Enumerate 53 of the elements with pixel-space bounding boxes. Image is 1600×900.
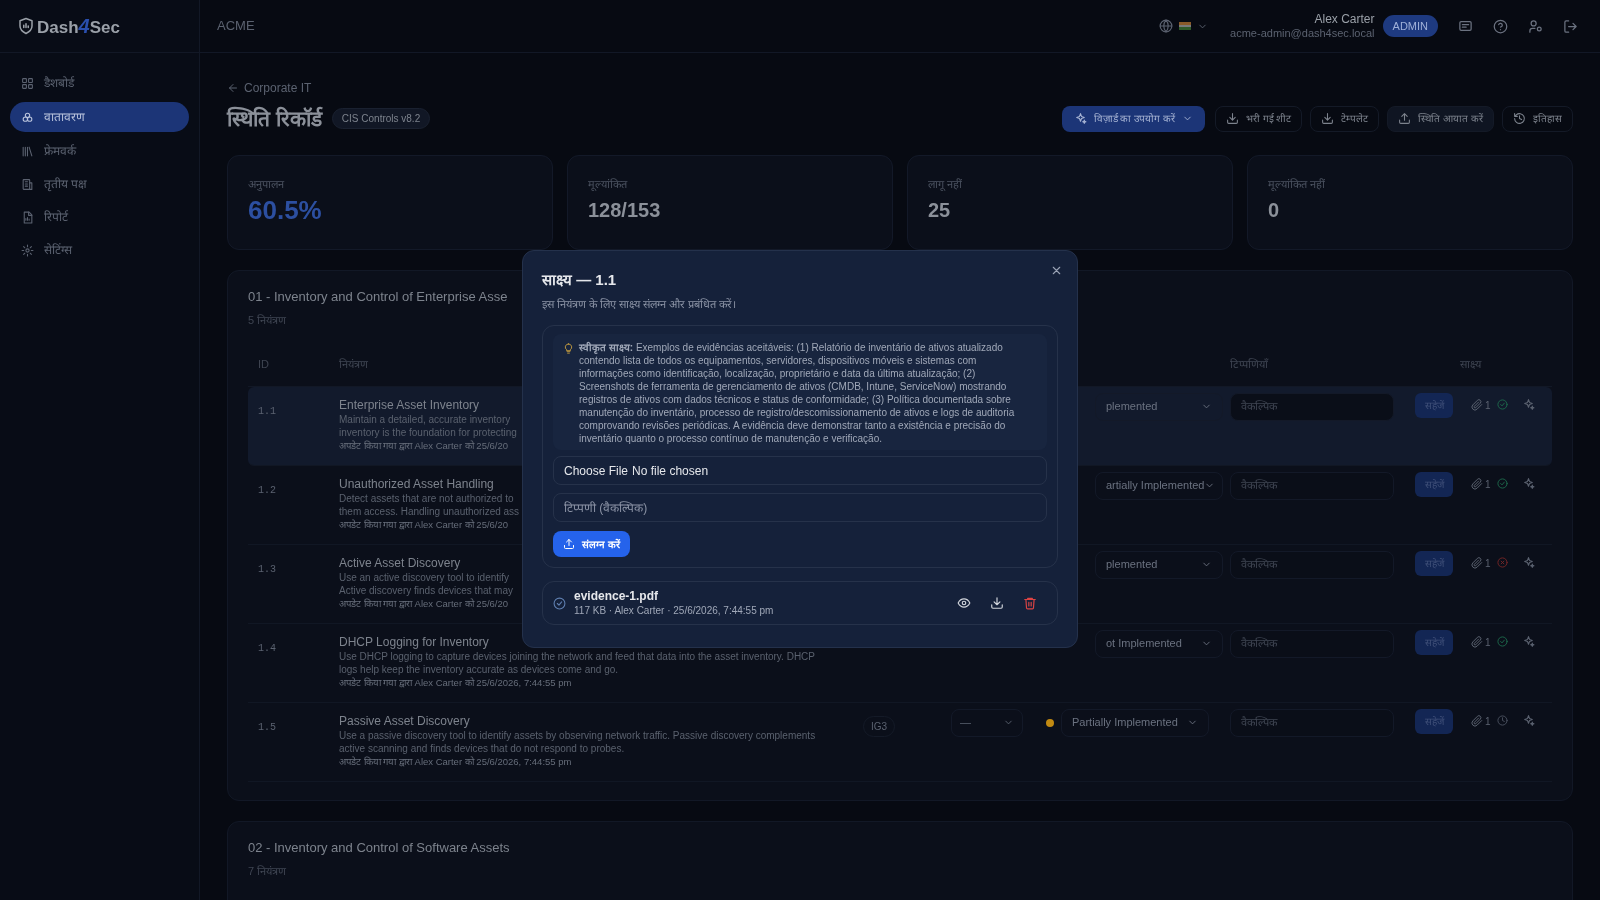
stat-label: मूल्यांकित नहीं <box>1268 176 1326 192</box>
file-meta: 117 KB · Alex Carter · 25/6/2026, 7:44:55 pm <box>574 604 774 617</box>
control-title: Passive Asset Discovery <box>339 712 470 729</box>
evidence-hint: स्वीकृत साक्ष्य: Exemplos de evidências aceitáveis: (1) Relatório de inventário de ativos atualizado contendo lista de todos os equipamentos, servidores, dispositivos móveis e sistemas com informações como identificação, localização, proprietário e data da última atualização; (2) Screenshots de ferramenta de gerenciamento de ativos (CMDB, Intune, ServiceNow) mostrando registros de ativos com dados técnicos e status de conformidade; (3) Política documentada sobre manutenção do inventário, processo de registro/descomissionamento de ativos e logs de auditoria comprovando revisões periódicas. A evidência deve demonstrar tanto a existência e precisão do inventário quanto o processo contínuo de manutenção e verificação. <box>579 341 1016 445</box>
control-description: Active discovery finds devices that may <box>339 583 513 597</box>
control-id: 1.1 <box>258 405 276 417</box>
page-title: स्थिति रिकॉर्ड <box>227 105 322 132</box>
control-id: 1.2 <box>258 484 276 496</box>
control-id: 1.3 <box>258 563 276 575</box>
section-title: 01 - Inventory and Control of Enterprise Asse <box>248 287 508 306</box>
file-name: evidence-1.pdf <box>574 589 659 604</box>
control-id: 1.5 <box>258 721 276 733</box>
update-note: अपडेट किया गया द्वारा Alex Carter को 25/6/2026, 7:44:55 pm <box>339 675 572 689</box>
control-title: Enterprise Asset Inventory <box>339 396 480 413</box>
evidence-count: 1 <box>1485 477 1491 492</box>
section-title: 02 - Inventory and Control of Software Assets <box>248 838 510 857</box>
control-description: them access. Handling unauthorized ass <box>339 504 520 518</box>
stat-label: अनुपालन <box>248 176 284 192</box>
control-description: Use an active discovery tool to identify <box>339 570 510 584</box>
control-id: 1.4 <box>258 642 276 654</box>
evidence-count: 1 <box>1485 398 1491 413</box>
stat-value: 25 <box>928 198 951 223</box>
stat-value: 128/153 <box>588 198 661 223</box>
update-note: अपडेट किया गया द्वारा Alex Carter को 25/6/2026, 7:44:55 pm <box>339 754 572 768</box>
stat-value: 60.5% <box>248 194 322 226</box>
stat-label: लागू नहीं <box>928 176 963 192</box>
control-title: DHCP Logging for Inventory <box>339 633 489 650</box>
control-description: Use a passive discovery tool to identify assets by observing network traffic. Passive discovery complements <box>339 728 816 742</box>
stat-label: मूल्यांकित <box>588 176 627 192</box>
control-description: active scanning and finds devices that do not respond to probes. <box>339 741 625 755</box>
evidence-count: 1 <box>1485 556 1491 571</box>
evidence-count: 1 <box>1485 714 1491 729</box>
control-description: Detect assets that are not authorized to <box>339 491 514 505</box>
control-title: Unauthorized Asset Handling <box>339 475 494 492</box>
user-email: acme-admin@dash4sec.local <box>1230 27 1375 40</box>
logo: Dash4Sec <box>37 14 120 39</box>
framework-badge: CIS Controls v8.2 <box>331 108 431 130</box>
update-note: अपडेट किया गया द्वारा Alex Carter को 25/6/20 <box>339 596 509 610</box>
role-badge: ADMIN <box>1382 14 1438 38</box>
update-note: अपडेट किया गया द्वारा Alex Carter को 25/6/20 <box>339 438 509 452</box>
control-description: Use DHCP logging to capture devices joining the network and feed that data into the asset inventory. DHCP <box>339 649 815 663</box>
control-description: logs help keep the inventory accurate as devices come and go. <box>339 662 619 676</box>
control-description: inventory is the foundation for protecting <box>339 425 517 439</box>
dialog-title: साक्ष्य — 1.1 <box>542 270 617 290</box>
control-description: Maintain a detailed, accurate inventory <box>339 412 511 426</box>
user-name: Alex Carter <box>1314 12 1375 27</box>
control-title: Active Asset Discovery <box>339 554 461 571</box>
update-note: अपडेट किया गया द्वारा Alex Carter को 25/6/20 <box>339 517 509 531</box>
organization-name: ACME <box>217 17 255 36</box>
column-header: नियंत्रण <box>339 356 368 372</box>
evidence-count: 1 <box>1485 635 1491 650</box>
dialog-subtitle: इस नियंत्रण के लिए साक्ष्य संलग्न और प्रबंधित करें। <box>542 296 737 312</box>
stat-value: 0 <box>1268 198 1280 223</box>
